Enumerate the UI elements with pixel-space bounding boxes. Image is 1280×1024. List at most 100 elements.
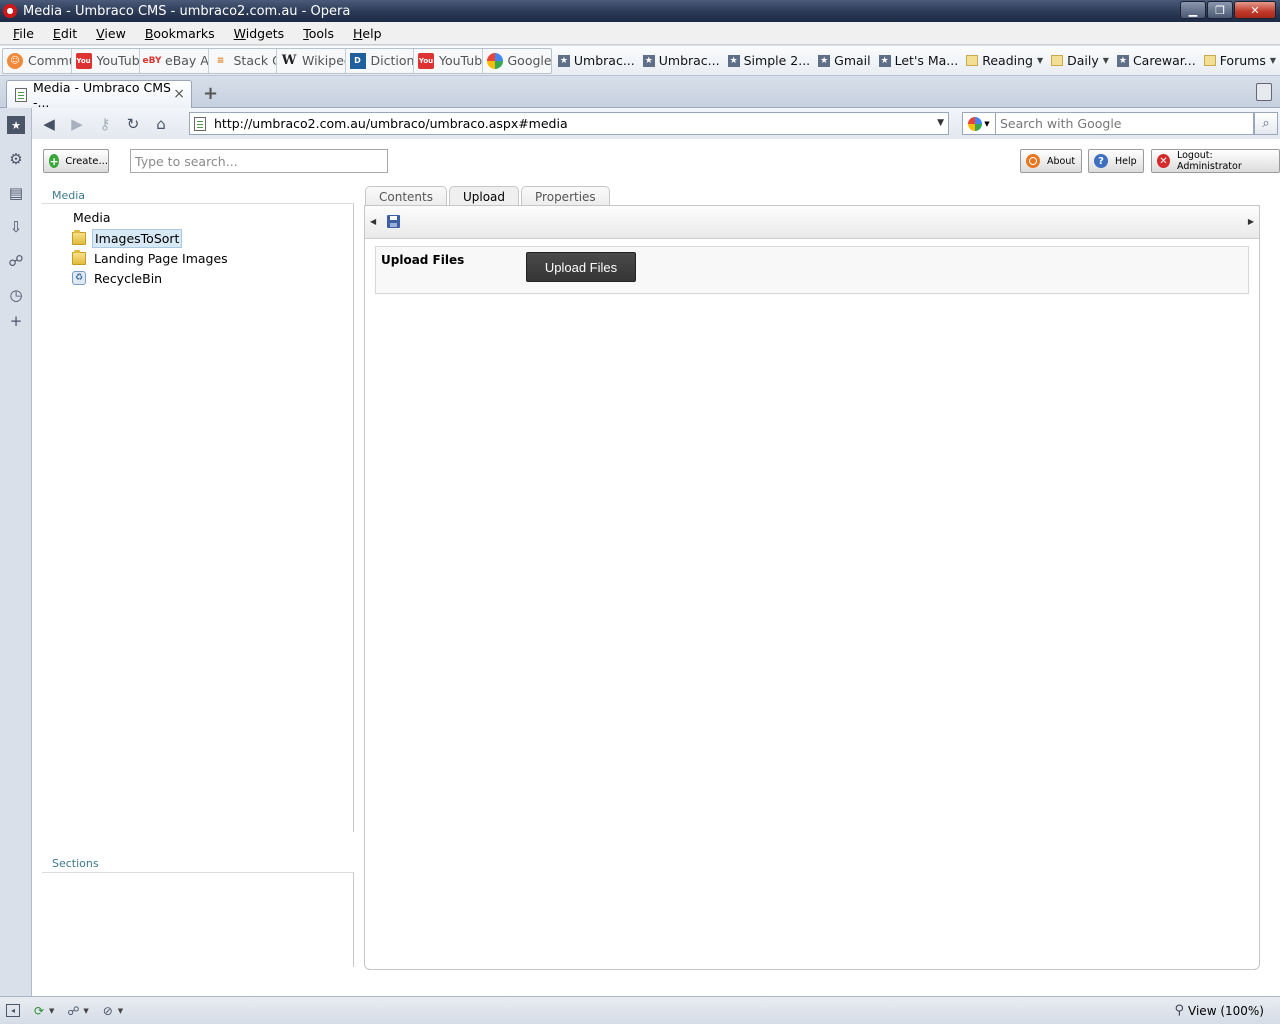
tree-root-media[interactable]: Media — [73, 210, 111, 225]
menu-help[interactable]: Help — [345, 26, 390, 41]
bookmarks-panel-icon[interactable]: ★ — [7, 116, 25, 134]
home-button[interactable]: ⌂ — [150, 113, 172, 135]
speed-dial-label: Wikipedia — [302, 53, 345, 68]
cms-search-input[interactable] — [130, 149, 388, 173]
speed-dial-item[interactable]: You YouTube — [72, 48, 140, 73]
panel-toggle-icon[interactable]: ◂ — [6, 1004, 20, 1017]
bookmark-star-icon: ★ — [727, 54, 740, 67]
chevron-down-icon[interactable]: ▼ — [83, 1007, 88, 1015]
bookmark-folder[interactable]: Forums ▼ — [1200, 48, 1280, 74]
logout-icon: ✕ — [1157, 154, 1170, 168]
logout-label: Logout: Administrator — [1176, 150, 1242, 172]
tab-media-umbraco[interactable]: Media - Umbraco CMS -... × — [6, 80, 192, 110]
logout-button[interactable]: ✕ Logout: Administrator — [1151, 149, 1280, 173]
menu-label-rest: iew — [104, 25, 126, 41]
menu-file[interactable]: File — [5, 26, 42, 41]
menu-widgets[interactable]: Widgets — [226, 26, 293, 41]
close-window-button[interactable]: ✕ — [1234, 1, 1276, 19]
bookmark-label: Simple 2... — [743, 53, 811, 68]
bookmark-item[interactable]: ★ Umbrac... — [639, 48, 724, 74]
downloads-panel-icon[interactable]: ⇩ — [7, 218, 25, 236]
scroll-left-icon[interactable]: ◀ — [370, 217, 376, 226]
menu-bar: File Edit View Bookmarks Widgets Tools Help — [0, 22, 1280, 45]
menu-view[interactable]: View — [88, 26, 134, 41]
speed-dial-item[interactable]: D Dictionary — [346, 48, 414, 73]
bookmark-label: Umbrac... — [658, 53, 720, 68]
url-field[interactable]: http://umbraco2.com.au/umbraco/umbraco.a… — [189, 112, 949, 135]
web-search-input[interactable]: Search with Google — [996, 112, 1254, 135]
tab-close-icon[interactable]: × — [173, 86, 185, 102]
recycle-bin-icon: ♻ — [72, 271, 86, 285]
tree-node[interactable]: ImagesToSort — [72, 228, 183, 248]
menu-edit[interactable]: Edit — [45, 26, 85, 41]
save-icon[interactable] — [387, 215, 400, 228]
menu-tools[interactable]: Tools — [295, 26, 342, 41]
window-title: Media - Umbraco CMS - umbraco2.com.au - … — [23, 3, 351, 19]
menu-label-rest: idgets — [245, 25, 285, 41]
speed-dial-item[interactable]: ☺ Commun — [3, 48, 72, 73]
url-text: http://umbraco2.com.au/umbraco/umbraco.a… — [214, 116, 568, 131]
search-engine-selector[interactable]: ▼ — [962, 112, 996, 135]
folder-icon — [72, 249, 86, 265]
google-icon — [968, 116, 983, 131]
maximize-button[interactable]: ❐ — [1207, 1, 1233, 19]
url-dropdown-icon[interactable]: ▼ — [937, 118, 944, 128]
search-icon[interactable]: ⌕ — [1254, 112, 1278, 135]
bookmark-item[interactable]: ★ Gmail — [814, 48, 874, 74]
reload-button[interactable]: ↻ — [122, 113, 144, 135]
trash-can-icon[interactable] — [1256, 83, 1272, 101]
new-tab-button[interactable]: + — [203, 83, 218, 104]
bookmark-folder[interactable]: Daily ▼ — [1047, 48, 1113, 74]
tree-node[interactable]: ♻ RecycleBin — [72, 269, 164, 287]
history-panel-icon[interactable]: ◷ — [7, 286, 25, 304]
folder-icon — [1051, 55, 1064, 66]
editor-panel: ◀ ▶ Upload Files Upload Files — [364, 205, 1260, 970]
folder-icon — [966, 55, 979, 66]
chevron-down-icon[interactable]: ▼ — [118, 1007, 123, 1015]
tree-node[interactable]: Landing Page Images — [72, 249, 230, 267]
bookmark-folder[interactable]: Reading ▼ — [962, 48, 1047, 74]
menu-label-rest: dit — [60, 25, 78, 41]
bookmark-item[interactable]: ★ Simple 2... — [724, 48, 815, 74]
menu-bookmarks[interactable]: Bookmarks — [137, 26, 223, 41]
bookmark-item[interactable]: ★ Carewar... — [1113, 48, 1200, 74]
tab-upload[interactable]: Upload — [448, 186, 520, 207]
zoom-control[interactable]: ⚲ View (100%) — [1175, 1003, 1265, 1018]
scroll-right-icon[interactable]: ▶ — [1248, 217, 1254, 226]
unite-icon[interactable]: ☍ — [64, 1003, 82, 1019]
bookmark-star-icon: ★ — [878, 54, 891, 67]
editor-tabs: Contents Upload Properties — [365, 186, 612, 207]
speed-dial-item[interactable]: eBYeBay Aust — [140, 48, 209, 73]
tab-contents[interactable]: Contents — [365, 186, 447, 206]
notes-panel-icon[interactable]: ▤ — [7, 184, 25, 202]
bookmark-star-icon: ★ — [818, 54, 831, 67]
bookmark-item[interactable]: ★ Let's Ma... — [875, 48, 963, 74]
create-button[interactable]: + Create... — [43, 149, 109, 173]
bookmark-item[interactable]: ★ Umbrac... — [554, 48, 639, 74]
back-button[interactable]: ◀ — [38, 113, 60, 135]
help-button[interactable]: ? Help — [1088, 149, 1144, 173]
bookmark-label: Forums — [1219, 53, 1266, 68]
speed-dial-item[interactable]: You YouTube — [414, 48, 483, 73]
sync-icon[interactable]: ⟳ — [30, 1003, 48, 1019]
forward-button[interactable]: ▶ — [66, 113, 88, 135]
speed-dial-item[interactable]: Google — [483, 49, 551, 73]
about-button[interactable]: About — [1020, 149, 1083, 173]
links-panel-icon[interactable]: ☍ — [7, 252, 25, 270]
speed-dial-label: Stack Ove — [233, 53, 277, 68]
add-panel-icon[interactable]: + — [7, 312, 25, 330]
widgets-panel-icon[interactable]: ⚙ — [7, 150, 25, 168]
google-icon — [486, 52, 503, 69]
speed-dial-label: Google — [507, 53, 551, 68]
upload-files-button[interactable]: Upload Files — [526, 252, 636, 282]
speed-dial-item[interactable]: ≡ Stack Ove — [209, 48, 277, 73]
stackoverflow-icon: ≡ — [216, 55, 225, 66]
chevron-down-icon[interactable]: ▼ — [49, 1007, 54, 1015]
wand-key-icon[interactable]: ⚷ — [94, 113, 116, 135]
turbo-icon[interactable]: ⊘ — [99, 1003, 117, 1019]
minimize-button[interactable]: ▁ — [1180, 1, 1206, 19]
speed-dial-item[interactable]: W Wikipedia — [277, 48, 346, 73]
zoom-icon: ⚲ — [1174, 1003, 1185, 1018]
tab-properties[interactable]: Properties — [521, 186, 610, 206]
bookmark-label: Gmail — [834, 53, 871, 68]
